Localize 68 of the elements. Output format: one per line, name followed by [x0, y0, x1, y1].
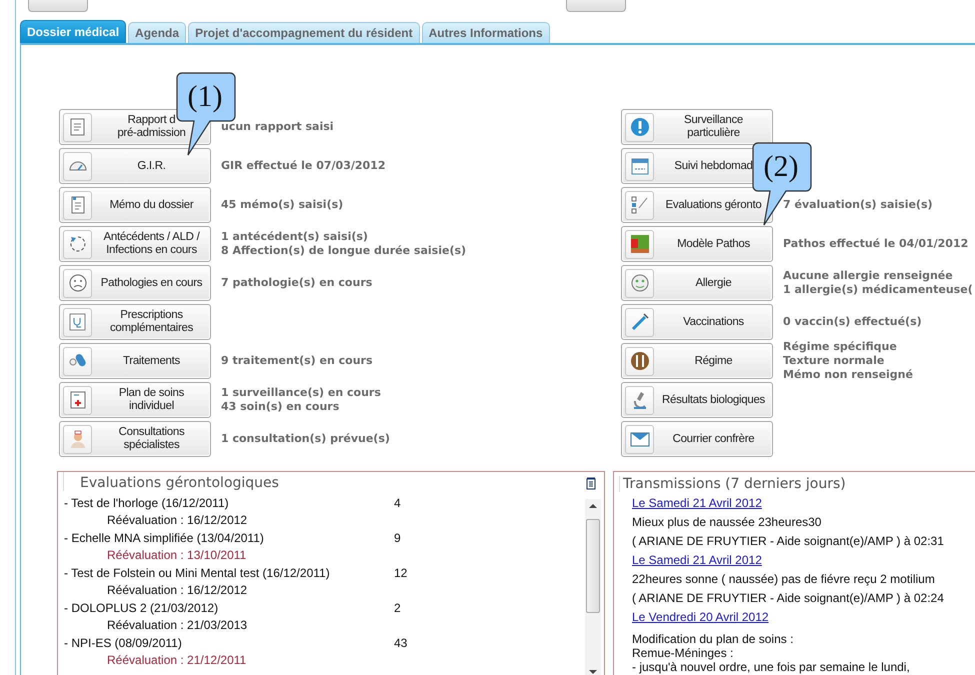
- menu-button[interactable]: Courrier confrère: [621, 421, 773, 457]
- evaluation-name: - NPI-ES (08/09/2011): [64, 636, 183, 650]
- status-text: 7 pathologie(s) en cours: [221, 276, 372, 290]
- scroll-down-icon[interactable]: [589, 669, 597, 675]
- menu-button[interactable]: Prescriptions complémentaires: [59, 304, 211, 340]
- evaluation-name: - DOLOPLUS 2 (21/03/2012): [64, 600, 220, 615]
- date-link[interactable]: Le Vendredi 20 Avril 2012: [632, 608, 769, 627]
- tab[interactable]: Agenda: [128, 22, 186, 43]
- evaluation-score: 43: [394, 636, 408, 650]
- exclamation-icon: [628, 116, 650, 138]
- stethoscope-icon: [66, 311, 88, 333]
- menu-button[interactable]: Evaluations géronto: [621, 187, 773, 223]
- cutlery-icon: [628, 350, 650, 372]
- sad-face-icon: [66, 272, 88, 294]
- document-icon[interactable]: [586, 476, 596, 490]
- status-text: ucun rapport saisi: [221, 120, 334, 134]
- note-text: Mieux plus de naussée 23heures30: [632, 514, 822, 531]
- status-text: Pathos effectué le 04/01/2012: [783, 237, 968, 251]
- status-text: Régime spécifique Texture normale Mémo non renseigné: [783, 340, 913, 382]
- panel-title: Evaluations gérontologiques: [80, 475, 279, 491]
- menu-button[interactable]: Consultations spécialistes: [59, 421, 211, 457]
- status-text: 0 vaccin(s) effectué(s): [783, 315, 922, 329]
- note-text: Modification du plan de soins : Remue-Méninges : - jusqu'à nouvel ordre, une fois par semaine le lundi,: [632, 632, 911, 674]
- menu-button[interactable]: Allergie: [621, 265, 773, 301]
- menu-button[interactable]: Vaccinations: [621, 304, 773, 340]
- reevaluation-date: Réévaluation : 13/10/2011: [107, 548, 246, 562]
- menu-button[interactable]: Régime: [621, 343, 773, 379]
- status-text: 1 antécédent(s) saisi(s) 8 Affection(s) de longue durée saisie(s): [221, 230, 466, 258]
- author-line: ( ARIANE DE FRUYTIER - Aide soignant(e)/AMP ) à 02:31: [632, 533, 945, 550]
- menu-button[interactable]: Plan de soins individuel: [59, 382, 211, 418]
- menu-button[interactable]: Modèle Pathos: [621, 226, 773, 262]
- status-text: 1 consultation(s) prévue(s): [221, 432, 390, 446]
- menu-button[interactable]: Traitements: [59, 343, 211, 379]
- menu-button[interactable]: Surveillance particulière: [621, 109, 773, 145]
- date-link[interactable]: Le Samedi 21 Avril 2012: [632, 551, 762, 570]
- scroll-up-icon[interactable]: [589, 503, 597, 509]
- tab[interactable]: Autres Informations: [422, 22, 550, 43]
- reevaluation-date: Réévaluation : 21/12/2011: [107, 653, 246, 668]
- evaluation-score: 9: [394, 530, 401, 545]
- status-text: 1 surveillance(s) en cours 43 soin(s) en cours: [221, 386, 381, 414]
- evaluation-score: 4: [394, 496, 401, 510]
- menu-button[interactable]: Résultats biologiques: [621, 382, 773, 418]
- evaluation-name: - Echelle MNA simplifiée (13/04/2011): [64, 530, 265, 545]
- reevaluation-date: Réévaluation : 16/12/2012: [107, 513, 248, 528]
- evaluation-name: - Test de Folstein ou Mini Mental test (16/12/2011): [64, 566, 331, 580]
- status-text: GIR effectué le 07/03/2012: [221, 159, 386, 173]
- allergy-face-icon: [628, 272, 650, 294]
- tab[interactable]: Projet d'accompagnement du résident: [188, 22, 420, 43]
- status-text: Aucune allergie renseignée 1 allergie(s) médicamenteuse(: [783, 269, 973, 297]
- note-text: 22heures sonne ( naussée) pas de fiévre reçu 2 motilium: [632, 571, 936, 588]
- checklist-icon: [628, 194, 650, 216]
- author-line: ( ARIANE DE FRUYTIER - Aide soignant(e)/AMP ) à 02:24: [632, 590, 945, 607]
- pathos-logo-icon: [628, 233, 650, 255]
- evaluation-score: 2: [394, 600, 401, 615]
- menu-button[interactable]: Mémo du dossier: [59, 187, 211, 223]
- scrollbar[interactable]: [585, 499, 601, 675]
- status-text: 9 traitement(s) en cours: [221, 354, 373, 368]
- status-text: 45 mémo(s) saisi(s): [221, 198, 344, 212]
- menu-button[interactable]: Antécédents / ALD / Infections en cours: [59, 226, 211, 262]
- evaluation-name: - Test de l'horloge (16/12/2011): [64, 496, 230, 510]
- date-link[interactable]: Le Samedi 21 Avril 2012: [632, 494, 762, 513]
- menu-button[interactable]: G.I.R.: [59, 148, 211, 184]
- reevaluation-date: Réévaluation : 21/03/2013: [107, 618, 248, 632]
- reevaluation-date: Réévaluation : 16/12/2012: [107, 583, 248, 598]
- evaluation-score: 12: [394, 566, 408, 580]
- panel-title: Transmissions (7 derniers jours): [619, 476, 975, 492]
- status-text: 7 évaluation(s) saisie(s): [783, 198, 933, 212]
- menu-button[interactable]: Pathologies en cours: [59, 265, 211, 301]
